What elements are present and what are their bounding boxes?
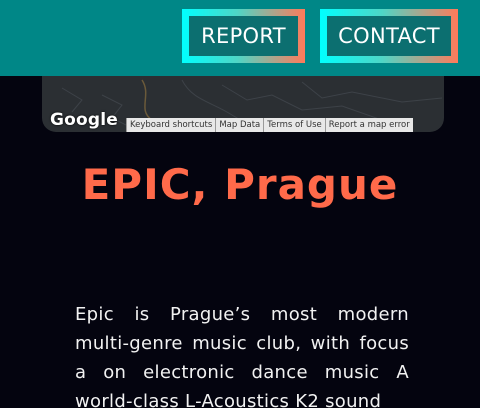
map-footer: Keyboard shortcuts Map Data Terms of Use…: [126, 118, 413, 132]
report-map-error-link[interactable]: Report a map error: [324, 118, 413, 132]
keyboard-shortcuts-link[interactable]: Keyboard shortcuts: [126, 118, 216, 132]
report-button-label: REPORT: [189, 16, 298, 56]
contact-button-label: CONTACT: [327, 16, 451, 56]
contact-button[interactable]: CONTACT: [320, 9, 458, 63]
venue-title: EPIC, Prague: [81, 160, 399, 209]
google-logo: Google: [50, 110, 119, 130]
site-header: REPORT CONTACT: [0, 0, 480, 76]
report-button[interactable]: REPORT: [182, 9, 305, 63]
terms-of-use-link[interactable]: Terms of Use: [263, 118, 325, 132]
map-data-link[interactable]: Map Data: [215, 118, 264, 132]
venue-description: Epic is Prague’s most modern multi-genre…: [75, 304, 409, 408]
